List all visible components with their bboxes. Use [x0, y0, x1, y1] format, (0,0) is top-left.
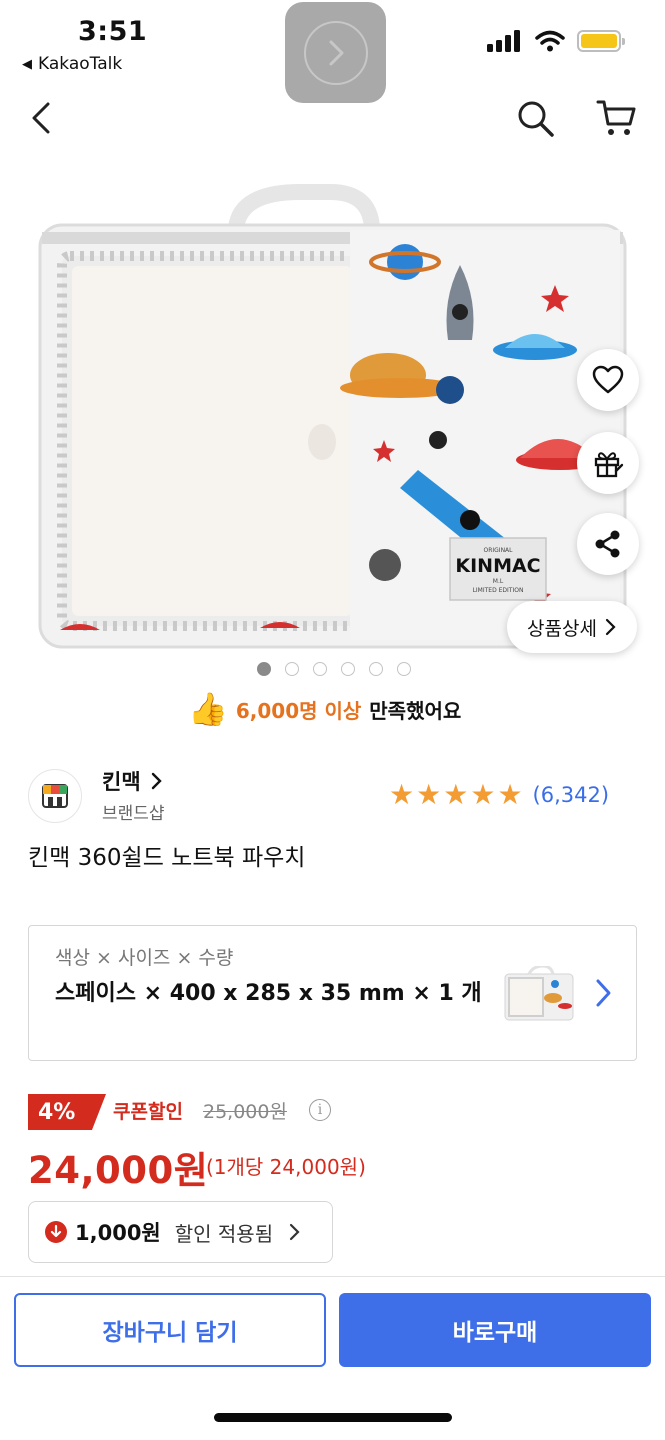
brand-name-link[interactable]: 킨맥: [102, 766, 163, 796]
add-to-cart-button[interactable]: 장바구니 담기: [14, 1293, 326, 1367]
signal-icon: [487, 30, 520, 52]
brand-tag-size: M.L: [493, 578, 504, 585]
rating[interactable]: ★ ★ ★ ★ ★ (6,342): [389, 781, 609, 809]
wifi-icon: [535, 30, 565, 52]
product-detail-label: 상품상세: [527, 617, 597, 640]
info-icon[interactable]: i: [309, 1099, 331, 1121]
chevron-right-icon: [605, 618, 616, 636]
carousel-dot[interactable]: [341, 662, 355, 676]
wishlist-button[interactable]: [577, 349, 639, 411]
thumbs-up-icon: 👍: [188, 690, 228, 728]
battery-icon: [577, 30, 625, 52]
carousel-dot[interactable]: [257, 662, 271, 676]
carousel-indicator: [257, 662, 411, 676]
status-indicators: [487, 30, 625, 52]
arrow-down-icon: [45, 1221, 67, 1243]
buy-now-button[interactable]: 바로구매: [339, 1293, 651, 1367]
pip-forward-icon: [303, 20, 368, 85]
status-time: 3:51: [78, 16, 148, 47]
coupon-amount: 1,000원: [75, 1221, 161, 1245]
carousel-dot[interactable]: [397, 662, 411, 676]
gift-icon: [594, 452, 624, 478]
carousel-dot[interactable]: [285, 662, 299, 676]
carousel-dot[interactable]: [313, 662, 327, 676]
carousel-dot[interactable]: [369, 662, 383, 676]
brand-tag-name: KINMAC: [455, 555, 540, 577]
chevron-right-icon: [151, 772, 162, 790]
option-thumbnail: [504, 966, 574, 1021]
brand-tag-sub: ORIGINAL: [483, 547, 513, 554]
star-icon: ★: [470, 778, 496, 811]
battery-level: [581, 34, 617, 48]
review-count: (6,342): [532, 783, 610, 807]
back-to-app-link[interactable]: ◀ KakaoTalk: [22, 54, 122, 74]
satisfaction-highlight: 6,000명 이상: [235, 698, 362, 723]
option-label: 색상 × 사이즈 × 수량: [55, 947, 234, 969]
coupon-text: 할인 적용됨: [174, 1221, 274, 1246]
brand-logo[interactable]: [28, 769, 82, 823]
pip-overlay[interactable]: [285, 2, 386, 103]
chevron-right-icon: [290, 1223, 300, 1241]
satisfaction-banner: 👍 6,000명 이상 만족했어요: [188, 690, 461, 728]
share-icon: [595, 530, 620, 558]
gift-button[interactable]: [577, 432, 639, 494]
coupon-label: 쿠폰할인: [113, 1101, 183, 1123]
share-button[interactable]: [577, 513, 639, 575]
home-indicator[interactable]: [214, 1413, 452, 1422]
back-app-label: KakaoTalk: [38, 54, 123, 74]
brand-tag-edition: LIMITED EDITION: [473, 587, 524, 594]
chevron-right-icon: [596, 979, 611, 1007]
product-detail-button[interactable]: 상품상세: [507, 601, 637, 653]
cart-icon[interactable]: [596, 98, 638, 138]
product-title: 킨맥 360쉴드 노트북 파우치: [28, 845, 306, 871]
brand-name: 킨맥: [102, 770, 141, 794]
back-triangle-icon: ◀: [22, 56, 32, 72]
discount-badge: 4%: [28, 1094, 106, 1130]
product-image[interactable]: ORIGINAL KINMAC M.L LIMITED EDITION: [0, 170, 665, 660]
star-icon: ★: [497, 778, 523, 811]
back-chevron-icon[interactable]: [24, 100, 60, 136]
satisfaction-text: 만족했어요: [369, 698, 462, 723]
option-selector[interactable]: 색상 × 사이즈 × 수량 스페이스 × 400 x 285 x 35 mm ×…: [28, 925, 637, 1061]
star-icon: ★: [389, 778, 415, 811]
coupon-applied-button[interactable]: 1,000원 할인 적용됨: [28, 1201, 333, 1263]
star-icon: ★: [416, 778, 442, 811]
brand-sub: 브랜드샵: [102, 804, 165, 824]
star-icon: ★: [443, 778, 469, 811]
heart-icon: [592, 365, 624, 394]
original-price: 25,000원: [203, 1101, 287, 1123]
brand-store-icon: [42, 784, 68, 808]
sale-price: 24,000원: [28, 1149, 209, 1192]
bottom-divider: [0, 1276, 665, 1277]
option-value: 스페이스 × 400 x 285 x 35 mm × 1 개: [55, 981, 482, 1006]
search-icon[interactable]: [515, 98, 555, 138]
unit-price: (1개당 24,000원): [206, 1155, 366, 1179]
